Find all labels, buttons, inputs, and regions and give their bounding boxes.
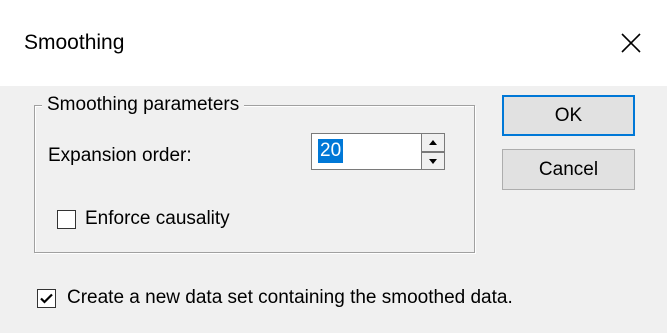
expansion-order-value: 20 <box>318 139 344 163</box>
arrow-down-icon <box>429 158 437 164</box>
create-dataset-label: Create a new data set containing the smo… <box>67 287 513 308</box>
close-button[interactable] <box>608 20 654 66</box>
smoothing-parameters-group <box>34 105 475 253</box>
group-label: Smoothing parameters <box>42 94 245 116</box>
title-bar: Smoothing <box>0 0 667 86</box>
ok-button[interactable]: OK <box>502 95 635 136</box>
enforce-causality-checkbox[interactable] <box>57 210 76 229</box>
cancel-button[interactable]: Cancel <box>502 149 635 190</box>
create-dataset-checkbox[interactable] <box>37 289 56 308</box>
smoothing-dialog: Smoothing Smoothing parameters Expansion… <box>0 0 667 333</box>
close-icon <box>621 33 641 53</box>
checkmark-icon <box>40 293 53 304</box>
expansion-order-input[interactable]: 20 <box>311 133 421 170</box>
enforce-causality-label: Enforce causality <box>85 208 230 229</box>
spin-up-button[interactable] <box>421 133 445 152</box>
spin-down-button[interactable] <box>421 152 445 170</box>
expansion-order-label: Expansion order: <box>48 145 192 166</box>
arrow-up-icon <box>429 140 437 145</box>
dialog-body: Smoothing parameters Expansion order: 20… <box>0 86 667 333</box>
window-title: Smoothing <box>24 31 125 54</box>
